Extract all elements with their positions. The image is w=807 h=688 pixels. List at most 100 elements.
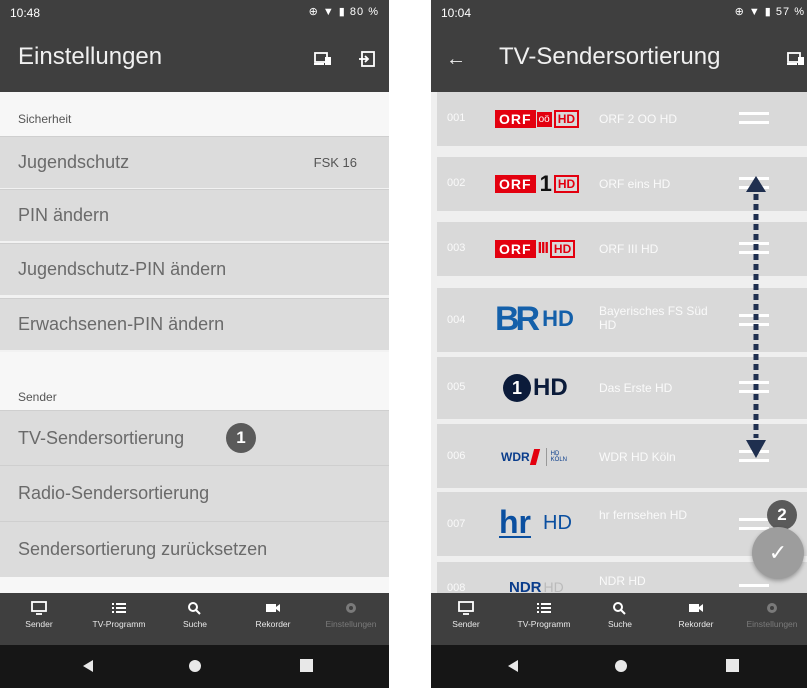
section-header-sicherheit: Sicherheit: [0, 92, 389, 136]
channel-name: Das Erste HD: [599, 381, 673, 395]
setting-jugendschutz-pin[interactable]: Jugendschutz-PIN ändern: [0, 243, 389, 295]
recents-icon[interactable]: [726, 659, 739, 677]
drag-handle-icon[interactable]: [739, 112, 769, 124]
setting-label: TV-Sendersortierung: [18, 427, 185, 448]
camera-icon: [266, 604, 280, 612]
channel-name: NDR HD: [599, 574, 646, 588]
nav-label: Suche: [182, 619, 208, 629]
nav-rekorder[interactable]: Rekorder: [671, 593, 721, 645]
status-time: 10:04: [441, 6, 472, 20]
tv-icon: [31, 601, 47, 615]
section-label: Sicherheit: [18, 112, 72, 126]
channel-name: ORF 2 OO HD: [599, 112, 678, 126]
system-navigation: [431, 645, 807, 688]
confirm-button[interactable]: ✓: [752, 527, 804, 579]
bottom-navigation: Sender TV-Programm Suche Rekorder Einste…: [0, 593, 389, 645]
gear-icon: [346, 603, 356, 613]
status-icons: ⊕ ▼ ▮ 80 %: [308, 6, 379, 18]
nav-label: Rekorder: [255, 619, 291, 629]
channel-name: hr fernsehen HD: [599, 508, 688, 522]
gear-icon: [767, 603, 777, 613]
channel-logo: 1 HD: [503, 373, 568, 403]
nav-label: Sender: [25, 619, 53, 629]
setting-tv-sendersortierung[interactable]: TV-Sendersortierung 1: [0, 410, 389, 465]
channel-row[interactable]: 008 NDR HD NDR HD: [437, 562, 807, 593]
channel-logo: ORF III HD: [495, 234, 576, 264]
nav-label: Sender: [452, 619, 480, 629]
back-icon[interactable]: [82, 659, 94, 678]
setting-label: PIN ändern: [18, 205, 110, 225]
nav-label: Einstellungen: [746, 619, 798, 629]
settings-screen: 10:48 ⊕ ▼ ▮ 80 % Einstellungen Sicherhei…: [0, 0, 389, 688]
setting-sendersortierung-zuruecksetzen[interactable]: Sendersortierung zurücksetzen: [0, 521, 389, 577]
status-bar: 10:48 ⊕ ▼ ▮ 80 %: [0, 0, 389, 26]
list-icon: [537, 603, 551, 613]
setting-jugendschutz[interactable]: Jugendschutz FSK 16: [0, 136, 389, 188]
nav-tv-programm[interactable]: TV-Programm: [509, 593, 579, 645]
channel-number: 004: [447, 314, 466, 326]
app-bar: Einstellungen: [0, 26, 389, 92]
setting-erwachsenen-pin[interactable]: Erwachsenen-PIN ändern: [0, 298, 389, 350]
step-marker-1: 1: [226, 423, 256, 453]
setting-value: FSK 16: [313, 155, 357, 170]
setting-label: Jugendschutz: [18, 152, 130, 172]
channel-number: 001: [447, 112, 466, 124]
setting-label: Erwachsenen-PIN ändern: [18, 314, 225, 334]
channel-row[interactable]: 001 ORF oö HD ORF 2 OO HD: [437, 92, 807, 146]
recents-icon[interactable]: [300, 659, 313, 677]
logout-icon[interactable]: [354, 46, 380, 72]
list-spacer: [0, 577, 389, 593]
back-icon[interactable]: [507, 659, 519, 678]
channel-number: 006: [447, 450, 466, 462]
camera-icon: [689, 604, 703, 612]
channel-name: Bayerisches FS Süd HD: [599, 304, 708, 332]
nav-sender[interactable]: Sender: [441, 593, 491, 645]
channel-sort-screen: 10:04 ⊕ ▼ ▮ 57 % ← TV-Sendersortierung 0…: [431, 0, 807, 688]
drag-direction-arrow: [746, 176, 766, 458]
section-label: Sender: [18, 390, 57, 404]
nav-suche[interactable]: Suche: [170, 593, 220, 645]
nav-label: Suche: [607, 619, 633, 629]
nav-tv-programm[interactable]: TV-Programm: [84, 593, 154, 645]
back-arrow-icon[interactable]: ←: [443, 46, 469, 72]
step-marker-2: 2: [767, 500, 797, 530]
channel-logo: NDR HD: [509, 578, 564, 594]
nav-suche[interactable]: Suche: [595, 593, 645, 645]
setting-radio-sendersortierung[interactable]: Radio-Sendersortierung: [0, 465, 389, 521]
bottom-navigation: Sender TV-Programm Suche Rekorder Einste…: [431, 593, 807, 645]
status-time: 10:48: [10, 6, 41, 20]
nav-sender[interactable]: Sender: [14, 593, 64, 645]
status-bar: 10:04 ⊕ ▼ ▮ 57 %: [431, 0, 807, 26]
channel-name: ORF eins HD: [599, 177, 671, 191]
channel-logo: WDR HD KÖLN: [501, 448, 568, 466]
channel-number: 008: [447, 582, 466, 593]
channel-number: 003: [447, 242, 466, 254]
channel-number: 007: [447, 518, 466, 530]
home-icon[interactable]: [188, 659, 202, 678]
channel-number: 002: [447, 177, 466, 189]
setting-label: Jugendschutz-PIN ändern: [18, 259, 227, 279]
cast-device-icon[interactable]: [310, 46, 336, 72]
channel-number: 005: [447, 381, 466, 393]
section-header-sender: Sender: [0, 352, 389, 410]
system-navigation: [0, 645, 389, 688]
channel-row[interactable]: 007 hr HD hr fernsehen HD: [437, 492, 807, 556]
page-title: TV-Sendersortierung: [499, 43, 721, 70]
drag-handle-icon[interactable]: [739, 584, 769, 593]
app-bar: ← TV-Sendersortierung: [431, 26, 807, 92]
home-icon[interactable]: [614, 659, 628, 678]
setting-label: Radio-Sendersortierung: [18, 483, 210, 503]
drag-handle-icon[interactable]: [739, 518, 769, 530]
channel-logo: BR HD: [495, 300, 574, 338]
nav-einstellungen[interactable]: Einstellungen: [739, 593, 805, 645]
setting-pin-aendern[interactable]: PIN ändern: [0, 189, 389, 241]
cast-device-icon[interactable]: [783, 46, 807, 72]
search-icon: [188, 602, 201, 615]
page-title: Einstellungen: [18, 43, 163, 70]
nav-label: Rekorder: [678, 619, 714, 629]
nav-einstellungen[interactable]: Einstellungen: [318, 593, 384, 645]
status-icons: ⊕ ▼ ▮ 57 %: [734, 6, 805, 18]
channel-logo: ORF oö HD: [495, 104, 580, 134]
nav-rekorder[interactable]: Rekorder: [248, 593, 298, 645]
nav-label: Einstellungen: [325, 619, 377, 629]
